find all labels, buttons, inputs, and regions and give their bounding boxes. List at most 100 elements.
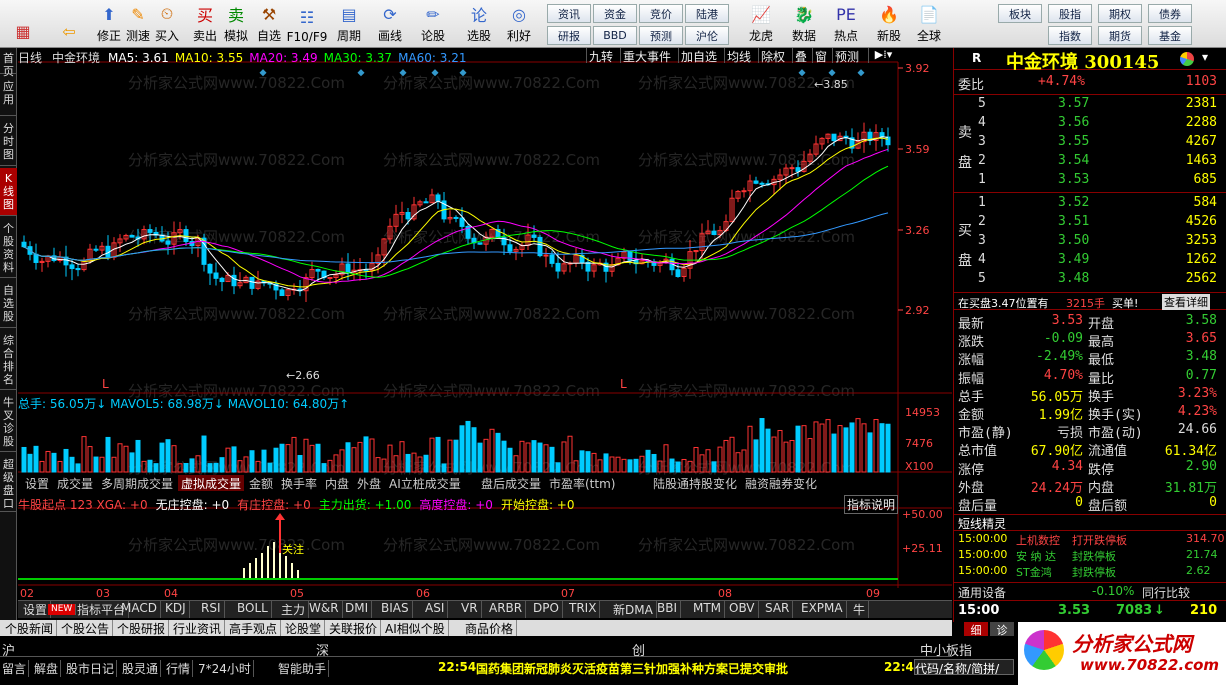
toolbar-sell-button[interactable]: 买卖出 [188,2,222,46]
indicator-tab-1[interactable]: NEW [48,604,77,615]
volume-tab-3[interactable]: 虚拟成交量 [178,475,245,491]
indicator-tab-16[interactable]: 新DMA [610,601,657,618]
chart-button-4[interactable]: 除权 [758,48,787,64]
quick-button-7[interactable]: 沪伦 [685,26,729,45]
indicator-tab-20[interactable]: SAR [762,601,794,618]
volume-tab-11[interactable]: 陆股通持股变化 [650,475,740,491]
quick-button-14[interactable]: 基金 [1148,26,1192,45]
quick-button-13[interactable]: 期货 [1098,26,1142,45]
info-tab-2[interactable]: 个股研报 [114,620,170,636]
toolbar-cycle-button[interactable]: ▤ 周期 [332,2,366,46]
left-tab-4[interactable]: 个股资料 [0,218,17,278]
toolbar-sim-button[interactable]: 卖模拟 [219,2,253,46]
info-tab-7[interactable]: AI相似个股 [382,620,449,636]
left-tab-3[interactable]: K线图 [0,168,17,216]
short-item[interactable]: 15:00:00 安 纳 达 封跌停板 21.74 [954,548,1226,564]
short-item[interactable]: 15:00:00 上机数控 打开跌停板 314.70 [954,532,1226,548]
toolbar-pick-button[interactable]: 论选股 [462,2,496,46]
toolbar-home-button[interactable]: ▦ [4,2,42,46]
indicator-tab-10[interactable]: BIAS [378,601,413,618]
toolbar-ipo-button[interactable]: 🔥 新股 [872,2,906,46]
chart-menu-icon[interactable]: ▶⁞▾ [868,48,898,63]
toolbar-profit-button[interactable]: ◎ 利好 [502,2,536,46]
status-link-1[interactable]: 解盘 [32,660,62,677]
left-tab-1[interactable]: 应用 [0,76,17,116]
short-item[interactable]: 15:00:00 ST金鸿 封跌停板 2.62 [954,564,1226,580]
info-tab-3[interactable]: 行业资讯 [170,620,226,636]
indicator-tab-17[interactable]: BBI [654,601,682,618]
quick-button-1[interactable]: 资金 [593,4,637,23]
indicator-tab-15[interactable]: TRIX [566,601,601,618]
toolbar-draw-button[interactable]: ⟳ 画线 [373,2,407,46]
indicator-tab-7[interactable]: 主力 [278,601,310,618]
volume-tab-9[interactable]: 盘后成交量 [478,475,544,491]
chart-button-1[interactable]: 重大事件 [620,48,673,64]
quick-button-10[interactable]: 期权 [1098,4,1142,23]
volume-tab-7[interactable]: 外盘 [354,475,384,491]
status-link-6[interactable]: 智能助手 [276,660,330,677]
info-tab-8[interactable]: 商品价格 [462,620,518,636]
kline-chart-area[interactable]: 分析家公式网www.70822.Com 分析家公式网www.70822.Com 分析… [18,48,952,603]
chart-button-7[interactable]: 预测 [832,48,861,64]
status-link-4[interactable]: 行情 [164,660,194,677]
status-link-5[interactable]: 7*24小时 [196,660,254,677]
left-tab-6[interactable]: 综合排名 [0,330,17,390]
quick-button-8[interactable]: 板块 [998,4,1042,23]
toolbar-buy-button[interactable]: ⏲ 买入 [150,2,184,46]
info-tab-6[interactable]: 关联报价 [326,620,382,636]
indicator-tab-5[interactable]: RSI [198,601,225,618]
news-ticker[interactable]: 国药集团新冠肺炎灭活疫苗第三针加强补种方案已提交审批 [476,660,788,677]
info-tab-5[interactable]: 论股堂 [282,620,326,636]
left-tab-5[interactable]: 自选股 [0,280,17,328]
compare-button[interactable]: 同行比较 [1142,584,1190,601]
indicator-tab-18[interactable]: MTM [690,601,726,618]
quick-button-12[interactable]: 指数 [1048,26,1092,45]
toolbar-watch-button[interactable]: ⚒ 自选 [252,2,286,46]
indicator-tab-0[interactable]: 设置 [20,601,52,618]
indicator-tab-4[interactable]: KDJ [162,601,190,618]
volume-tab-6[interactable]: 内盘 [322,475,352,491]
quick-button-11[interactable]: 债券 [1148,4,1192,23]
status-link-0[interactable]: 留言 [0,660,30,677]
left-tab-7[interactable]: 牛叉诊股 [0,392,17,452]
event-marker-icon[interactable] [357,69,365,77]
indicator-tab-6[interactable]: BOLL [234,601,272,618]
toolbar-forum-button[interactable]: ✏ 论股 [416,2,450,46]
search-input[interactable]: 代码/名称/简拼/ [914,659,1014,675]
toolbar-f10-button[interactable]: ☷ F10/F9 [287,2,328,46]
volume-tab-12[interactable]: 融资融券变化 [742,475,820,491]
toolbar-back-button[interactable]: ⇦ [50,2,88,46]
volume-tab-10[interactable]: 市盈率(ttm) [546,475,618,491]
quick-button-0[interactable]: 资讯 [547,4,591,23]
info-tab-4[interactable]: 高手观点 [226,620,282,636]
toolbar-hot-button[interactable]: PE 热点 [829,2,863,46]
indicator-help-button[interactable]: 指标说明 [844,495,899,514]
indicator-tab-11[interactable]: ASI [422,601,449,618]
chart-button-2[interactable]: 加自选 [678,48,719,64]
toolbar-dragon-button[interactable]: 📈 龙虎 [744,2,778,46]
status-link-3[interactable]: 股灵通 [120,660,162,677]
quick-button-4[interactable]: 研报 [547,26,591,45]
indicator-tab-3[interactable]: MACD [118,601,161,618]
info-tab-1[interactable]: 个股公告 [58,620,114,636]
volume-tab-2[interactable]: 多周期成交量 [98,475,176,491]
info-tab-0[interactable]: 个股新闻 [2,620,58,636]
indicator-tab-9[interactable]: DMI [342,601,373,618]
status-link-2[interactable]: 股市日记 [64,660,118,677]
side-tab-1[interactable]: 诊 [990,622,1014,637]
chart-button-3[interactable]: 均线 [724,48,753,64]
quick-button-5[interactable]: BBD [593,26,637,45]
quick-button-6[interactable]: 预测 [639,26,683,45]
left-tab-8[interactable]: 超级盘口 [0,454,17,512]
chart-button-5[interactable]: 叠 [792,48,809,64]
indicator-tab-8[interactable]: W&R [306,601,343,618]
side-tab-0[interactable]: 细 [964,622,988,637]
indicator-tab-13[interactable]: ARBR [486,601,527,618]
chart-button-0[interactable]: 九转 [586,48,615,64]
indicator-tab-12[interactable]: VR [458,601,482,618]
volume-tab-8[interactable]: AI立桩成交量 [386,475,464,491]
chevron-down-icon[interactable]: ▾ [1202,50,1208,64]
indicator-tab-22[interactable]: 牛 [850,601,870,618]
pie-icon[interactable] [1180,52,1194,66]
event-marker-icon[interactable] [857,69,865,77]
